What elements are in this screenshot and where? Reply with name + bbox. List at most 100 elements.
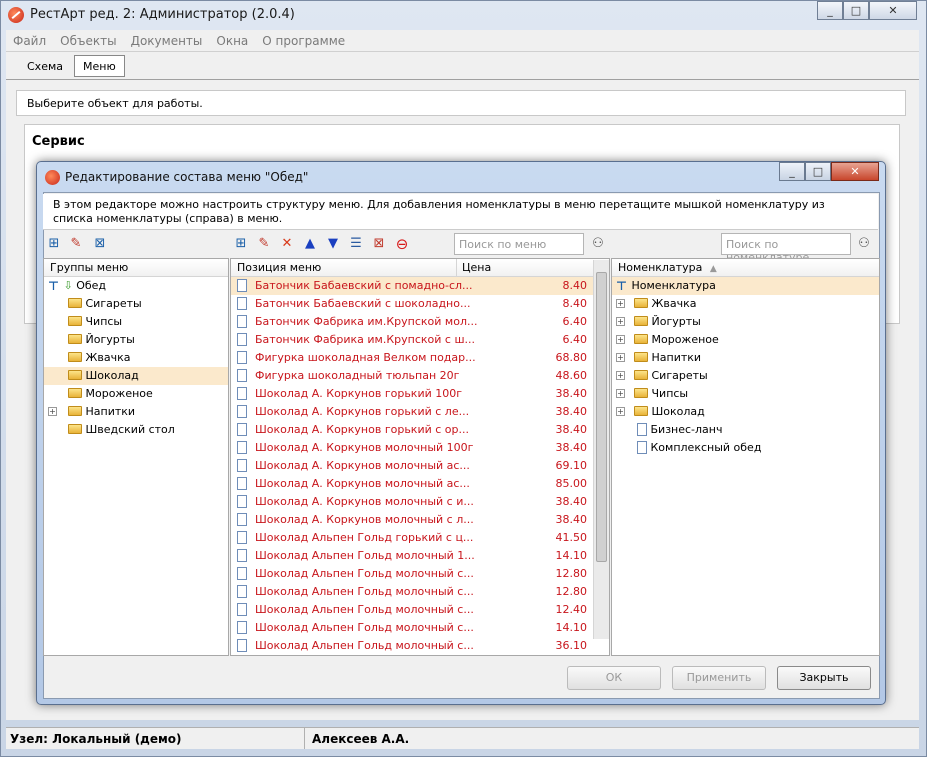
nomenclature-root[interactable]: ⊤ Номенклатура <box>612 277 879 295</box>
position-row[interactable]: Шоколад А. Коркунов молочный с л... 38.40 <box>231 511 593 529</box>
group-item[interactable]: Чипсы <box>44 313 228 331</box>
maximize-button[interactable]: □ <box>843 1 869 20</box>
binoculars-icon[interactable]: ⚇ <box>589 234 607 254</box>
column-price[interactable]: Цена <box>456 259 491 277</box>
position-row[interactable]: Шоколад Альпен Гольд молочный с... 12.40 <box>231 601 593 619</box>
edit-position-icon[interactable]: ✎ <box>255 234 273 254</box>
add-group-icon[interactable]: ⊞ <box>45 234 63 254</box>
nomenclature-item[interactable]: Комплексный обед <box>612 439 879 457</box>
position-row[interactable]: Фигурка шоколадная Велком подар... 68.80 <box>231 349 593 367</box>
tree-icon: ⊤ <box>48 279 59 293</box>
nomenclature-item[interactable]: Бизнес-ланч <box>612 421 879 439</box>
group-item[interactable]: Шоколад <box>44 367 228 385</box>
folder-icon <box>68 334 82 344</box>
nomenclature-item[interactable]: + Сигареты <box>612 367 879 385</box>
group-item[interactable]: Жвачка <box>44 349 228 367</box>
position-row[interactable]: Шоколад Альпен Гольд молочный с... 36.10 <box>231 637 593 655</box>
nomenclature-item[interactable]: + Жвачка <box>612 295 879 313</box>
position-name: Шоколад Альпен Гольд молочный с... <box>255 603 474 616</box>
expand-icon[interactable]: + <box>48 406 57 416</box>
position-row[interactable]: Шоколад Альпен Гольд молочный с... 12.80 <box>231 583 593 601</box>
clear-list-icon[interactable]: ⊠ <box>370 234 388 254</box>
position-name: Шоколад Альпен Гольд молочный с... <box>255 621 474 634</box>
tab-menu[interactable]: Меню <box>74 55 125 77</box>
position-row[interactable]: Шоколад Альпен Гольд молочный 1... 14.10 <box>231 547 593 565</box>
position-row[interactable]: Шоколад А. Коркунов молочный 100г 38.40 <box>231 439 593 457</box>
menu-file[interactable]: Файл <box>6 30 53 48</box>
group-root[interactable]: ⊤ ⇩ Обед <box>44 277 228 295</box>
add-position-icon[interactable]: ⊞ <box>232 234 250 254</box>
dialog-close-button[interactable]: ✕ <box>831 162 879 181</box>
nomenclature-header[interactable]: Номенклатура ▲ <box>612 259 879 277</box>
menu-windows[interactable]: Окна <box>209 30 255 48</box>
nomenclature-item[interactable]: + Напитки <box>612 349 879 367</box>
position-row[interactable]: Фигурка шоколадный тюльпан 20г 48.60 <box>231 367 593 385</box>
position-row[interactable]: Шоколад Альпен Гольд горький с ц... 41.50 <box>231 529 593 547</box>
close-window-button[interactable]: ✕ <box>869 1 917 20</box>
document-icon <box>637 422 647 436</box>
positions-scrollbar[interactable] <box>593 260 609 639</box>
group-item[interactable]: Йогурты <box>44 331 228 349</box>
document-icon <box>237 423 247 436</box>
position-row[interactable]: Шоколад А. Коркунов молочный ас... 85.00 <box>231 475 593 493</box>
search-menu-input[interactable]: Поиск по меню <box>454 233 584 255</box>
tab-scheme[interactable]: Схема <box>18 55 72 77</box>
delete-position-icon[interactable]: ✕ <box>278 234 296 254</box>
move-up-icon[interactable]: ▲ <box>301 234 319 254</box>
position-row[interactable]: Шоколад А. Коркунов молочный ас... 69.10 <box>231 457 593 475</box>
expand-icon[interactable]: + <box>616 352 625 362</box>
dialog-minimize-button[interactable]: _ <box>779 162 805 181</box>
service-title: Сервис <box>32 134 85 149</box>
position-row[interactable]: Батончик Бабаевский с помадно-сл... 8.40 <box>231 277 593 295</box>
group-item[interactable]: Шведский стол <box>44 421 228 439</box>
document-icon <box>237 567 247 580</box>
expand-icon[interactable]: + <box>616 316 625 326</box>
menu-about[interactable]: О программе <box>255 30 352 48</box>
delete-group-icon[interactable]: ⊠ <box>91 234 109 254</box>
expand-icon[interactable]: + <box>616 298 625 308</box>
column-position[interactable]: Позиция меню <box>237 261 321 274</box>
position-row[interactable]: Шоколад А. Коркунов молочный с и... 38.40 <box>231 493 593 511</box>
expand-icon[interactable]: + <box>616 406 625 416</box>
position-row[interactable]: Шоколад Альпен Гольд молочный с... 14.10 <box>231 619 593 637</box>
position-price: 68.80 <box>555 351 588 364</box>
position-row[interactable]: Шоколад А. Коркунов горький 100г 38.40 <box>231 385 593 403</box>
menu-documents[interactable]: Документы <box>124 30 210 48</box>
group-item[interactable]: Мороженое <box>44 385 228 403</box>
close-button[interactable]: Закрыть <box>777 666 871 690</box>
expand-icon[interactable]: + <box>616 334 625 344</box>
document-icon <box>237 297 247 310</box>
apply-button[interactable]: Применить <box>672 666 766 690</box>
position-row[interactable]: Батончик Фабрика им.Крупской мол... 6.40 <box>231 313 593 331</box>
move-down-icon[interactable]: ▼ <box>324 234 342 254</box>
position-row[interactable]: Батончик Фабрика им.Крупской с ш... 6.40 <box>231 331 593 349</box>
nomenclature-item-label: Мороженое <box>651 333 719 346</box>
binoculars-icon[interactable]: ⚇ <box>855 234 873 254</box>
expand-icon[interactable]: + <box>616 388 625 398</box>
group-item[interactable]: Сигареты <box>44 295 228 313</box>
expand-icon[interactable]: + <box>616 370 625 380</box>
position-row[interactable]: Шоколад А. Коркунов горький с ор... 38.40 <box>231 421 593 439</box>
edit-group-icon[interactable]: ✎ <box>67 234 85 254</box>
position-price: 85.00 <box>555 477 588 490</box>
position-row[interactable]: Шоколад А. Коркунов горький с ле... 38.40 <box>231 403 593 421</box>
group-root-label: Обед <box>76 279 107 292</box>
nomenclature-item[interactable]: + Чипсы <box>612 385 879 403</box>
position-price: 6.40 <box>562 333 588 346</box>
scrollbar-thumb[interactable] <box>596 272 607 562</box>
stop-icon[interactable]: ⊖ <box>393 234 411 254</box>
dialog-maximize-button[interactable]: □ <box>805 162 831 181</box>
nomenclature-item[interactable]: + Мороженое <box>612 331 879 349</box>
menu-objects[interactable]: Объекты <box>53 30 123 48</box>
position-name: Батончик Бабаевский с шоколадно... <box>255 297 471 310</box>
position-row[interactable]: Шоколад Альпен Гольд молочный с... 12.80 <box>231 565 593 583</box>
positions-list: Батончик Бабаевский с помадно-сл... 8.40 Б… <box>231 277 593 655</box>
search-nomenclature-input[interactable]: Поиск по номенклатуре <box>721 233 851 264</box>
nomenclature-item[interactable]: + Шоколад <box>612 403 879 421</box>
nomenclature-item[interactable]: + Йогурты <box>612 313 879 331</box>
ok-button[interactable]: ОК <box>567 666 661 690</box>
minimize-button[interactable]: _ <box>817 1 843 20</box>
list-icon[interactable]: ☰ <box>347 234 365 254</box>
group-item[interactable]: + Напитки <box>44 403 228 421</box>
position-row[interactable]: Батончик Бабаевский с шоколадно... 8.40 <box>231 295 593 313</box>
